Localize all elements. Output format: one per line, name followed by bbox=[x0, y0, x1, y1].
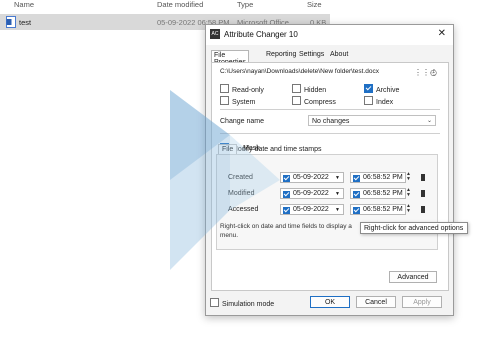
checkbox-compress[interactable]: Compress bbox=[292, 96, 336, 106]
column-type[interactable]: Type bbox=[237, 0, 253, 9]
ok-button[interactable]: OK bbox=[310, 296, 350, 308]
title-bar[interactable]: AC Attribute Changer 10 ✕ bbox=[206, 25, 453, 45]
modified-date-field[interactable]: 05-09-2022 ▼ bbox=[280, 188, 344, 199]
file-name: test bbox=[19, 18, 32, 27]
subtab-file[interactable]: File bbox=[218, 144, 238, 154]
row-label: Modified bbox=[228, 190, 255, 197]
tab-reporting[interactable]: Reporting bbox=[264, 50, 298, 59]
created-time-field[interactable]: 06:58:52 PM bbox=[350, 172, 406, 183]
modified-time-field[interactable]: 06:58:52 PM bbox=[350, 188, 406, 199]
advanced-options-tooltip: Right-click for advanced options bbox=[360, 222, 468, 234]
chevron-down-icon: ⌄ bbox=[426, 118, 432, 124]
app-icon: AC bbox=[210, 29, 220, 39]
row-label: Created bbox=[228, 174, 253, 181]
column-date-modified[interactable]: Date modified bbox=[157, 0, 203, 9]
created-date-field[interactable]: 05-09-2022 ▼ bbox=[280, 172, 344, 183]
separator bbox=[220, 133, 440, 134]
checkbox-created-time[interactable] bbox=[353, 174, 360, 182]
chevron-down-icon: ▼ bbox=[335, 191, 340, 197]
column-size[interactable]: Size bbox=[307, 0, 322, 9]
checkbox-simulation-mode[interactable]: Simulation mode bbox=[210, 298, 274, 308]
checkbox-accessed[interactable] bbox=[283, 206, 290, 214]
spin-icon[interactable]: ▲ ▼ bbox=[406, 204, 411, 214]
cancel-button[interactable]: Cancel bbox=[356, 296, 396, 308]
explorer-column-header: Name Date modified Type Size bbox=[0, 0, 500, 12]
trash-icon[interactable] bbox=[421, 174, 425, 181]
advanced-button[interactable]: Advanced bbox=[389, 271, 437, 283]
close-icon[interactable]: ✕ bbox=[438, 28, 446, 39]
checkbox-system[interactable]: System bbox=[220, 96, 255, 106]
spin-icon[interactable]: ▲ ▼ bbox=[406, 172, 411, 182]
checkbox-index[interactable]: Index bbox=[364, 96, 393, 106]
attribute-changer-dialog: AC Attribute Changer 10 ✕ File Propertie… bbox=[205, 24, 454, 316]
word-file-icon bbox=[6, 16, 16, 28]
checkbox-modified[interactable] bbox=[283, 190, 290, 198]
right-click-hint: Right-click on date and time fields to d… bbox=[220, 223, 352, 239]
row-label: Accessed bbox=[228, 206, 259, 213]
dialog-title: Attribute Changer 10 bbox=[224, 30, 298, 39]
change-name-label: Change name bbox=[220, 118, 264, 125]
trash-icon[interactable] bbox=[421, 190, 425, 197]
chevron-down-icon: ▼ bbox=[335, 175, 340, 181]
checkbox-created[interactable] bbox=[283, 174, 290, 182]
checkbox-archive[interactable]: Archive bbox=[364, 84, 399, 94]
apply-button[interactable]: Apply bbox=[402, 296, 442, 308]
tab-settings[interactable]: Settings bbox=[297, 50, 326, 59]
tab-about[interactable]: About bbox=[328, 50, 350, 59]
history-icon[interactable]: ◴ bbox=[430, 68, 437, 77]
trash-icon[interactable] bbox=[421, 206, 425, 213]
column-name[interactable]: Name bbox=[14, 0, 34, 9]
accessed-date-field[interactable]: 05-09-2022 ▼ bbox=[280, 204, 344, 215]
checkbox-accessed-time[interactable] bbox=[353, 206, 360, 214]
chevron-down-icon: ▼ bbox=[335, 207, 340, 213]
spin-icon[interactable]: ▲ ▼ bbox=[406, 188, 411, 198]
file-path-field[interactable]: C:\Users\nayan\Downloads\delete\New fold… bbox=[220, 68, 414, 78]
change-name-select[interactable]: No changes ⌄ bbox=[308, 115, 436, 126]
checkbox-modified-time[interactable] bbox=[353, 190, 360, 198]
separator bbox=[220, 109, 440, 110]
subtab-mask[interactable]: Mask bbox=[240, 144, 263, 153]
checkbox-read-only[interactable]: Read-only bbox=[220, 84, 264, 94]
accessed-time-field[interactable]: 06:58:52 PM bbox=[350, 204, 406, 215]
checkbox-hidden[interactable]: Hidden bbox=[292, 84, 326, 94]
